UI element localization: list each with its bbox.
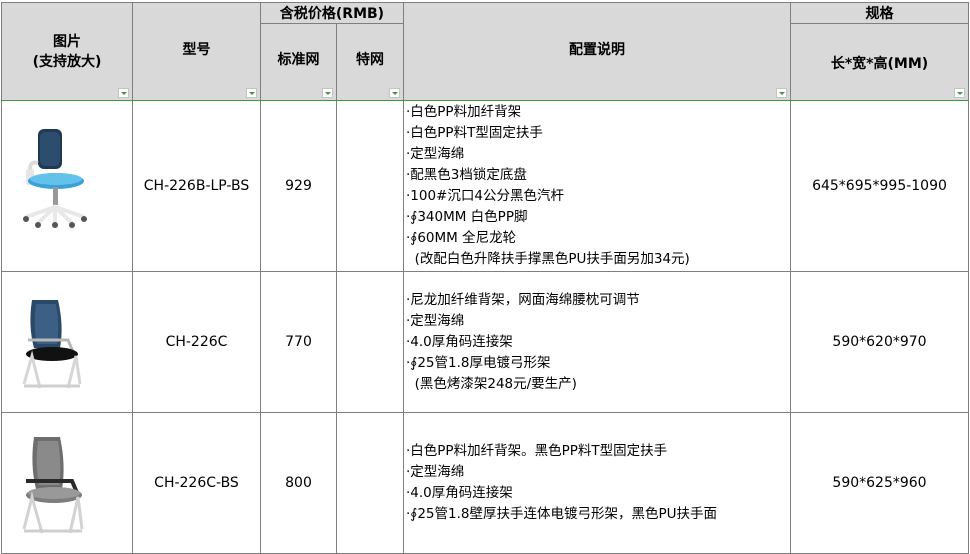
image-cell[interactable] [1,100,133,272]
visitor-chair-grey-mesh-icon[interactable] [18,433,88,537]
header-config-label: 配置说明 [569,42,625,58]
price-standard-cell[interactable]: 770 [260,271,337,413]
header-config[interactable]: 配置说明 [403,2,791,101]
header-spec-group[interactable]: 规格 [790,2,969,24]
config-line: ·4.0厚角码连接架 [406,485,513,501]
config-line: ·白色PP料加纤背架。黑色PP料T型固定扶手 [406,443,668,459]
config-line: ·定型海绵 [406,464,465,480]
product-price-table: 图片 (支持放大) 型号 含税价格(RMB) 配置说明 规格 标准网 特网 长*… [1,2,969,554]
header-price-special-label: 特网 [356,52,384,68]
config-line: ·∮25管1.8厚电镀弓形架 [406,354,551,371]
config-cell[interactable]: ·白色PP料加纤背架 ·白色PP料T型固定扶手 ·定型海绵 ·配黑色3档锁定底盘… [403,100,791,272]
image-cell[interactable] [1,271,133,413]
header-model[interactable]: 型号 [132,2,261,101]
price-standard-cell[interactable]: 929 [260,100,337,272]
model-cell[interactable]: CH-226C-BS [132,412,261,554]
price-special-cell[interactable] [336,412,404,554]
price-special-cell[interactable] [336,271,404,413]
config-line: ·100#沉口4公分黑色汽杆 [406,188,564,204]
config-cell[interactable]: ·白色PP料加纤背架。黑色PP料T型固定扶手 ·定型海绵 ·4.0厚角码连接架 … [403,412,791,554]
filter-dropdown-icon[interactable] [118,88,129,98]
image-cell[interactable] [1,412,133,554]
header-price-standard-label: 标准网 [277,52,320,68]
header-image-sublabel: (支持放大) [32,54,102,70]
header-price-standard[interactable]: 标准网 [260,23,337,101]
filter-dropdown-icon[interactable] [246,88,257,98]
config-line: ·∮60MM 全尼龙轮 [406,230,517,246]
model-cell[interactable]: CH-226C [132,271,261,413]
config-cell[interactable]: ·尼龙加纤维背架，网面海绵腰枕可调节 ·定型海绵 ·4.0厚角码连接架 ·∮25… [403,271,791,413]
spreadsheet: 图片 (支持放大) 型号 含税价格(RMB) 配置说明 规格 标准网 特网 长*… [0,0,970,554]
config-line: ·∮340MM 白色PP脚 [406,209,528,225]
config-line: (黑色烤漆架248元/要生产) [406,375,577,392]
price-standard-cell[interactable]: 800 [260,412,337,554]
config-line: ·白色PP料加纤背架 [406,104,522,120]
config-line: ·尼龙加纤维背架，网面海绵腰枕可调节 [406,291,640,308]
office-chair-blue-mesh-icon[interactable] [18,123,90,235]
config-line: ·4.0厚角码连接架 [406,333,513,350]
header-image-label: 图片 [53,34,81,50]
table-row: CH-226C 770 ·尼龙加纤维背架，网面海绵腰枕可调节 ·定型海绵 ·4.… [1,271,969,413]
visitor-chair-blue-mesh-icon[interactable] [18,296,84,392]
dims-cell[interactable]: 645*695*995-1090 [790,100,969,272]
config-line: ·配黑色3档锁定底盘 [406,167,527,183]
price-special-cell[interactable] [336,100,404,272]
model-cell[interactable]: CH-226B-LP-BS [132,100,261,272]
config-line: (改配白色升降扶手撑黑色PU扶手面另加34元) [406,251,690,267]
filter-dropdown-icon[interactable] [389,88,400,98]
dims-cell[interactable]: 590*625*960 [790,412,969,554]
header-price-special[interactable]: 特网 [336,23,404,101]
header-spec-dims-label: 长*宽*高(MM) [830,56,929,72]
header-model-label: 型号 [182,42,211,58]
config-line: ·定型海绵 [406,146,465,162]
filter-dropdown-icon[interactable] [322,88,333,98]
header-spec-dims[interactable]: 长*宽*高(MM) [790,23,969,101]
config-line: ·∮25管1.8壁厚扶手连体电镀弓形架，黑色PU扶手面 [406,506,717,522]
config-line: ·定型海绵 [406,312,465,329]
table-row: CH-226B-LP-BS 929 ·白色PP料加纤背架 ·白色PP料T型固定扶… [1,100,969,272]
filter-dropdown-icon[interactable] [954,88,965,98]
table-row: CH-226C-BS 800 ·白色PP料加纤背架。黑色PP料T型固定扶手 ·定… [1,412,969,554]
filter-dropdown-icon[interactable] [776,88,787,98]
dims-cell[interactable]: 590*620*970 [790,271,969,413]
header-image[interactable]: 图片 (支持放大) [1,2,133,101]
config-line: ·白色PP料T型固定扶手 [406,125,543,141]
header-price-group[interactable]: 含税价格(RMB) [260,2,404,24]
